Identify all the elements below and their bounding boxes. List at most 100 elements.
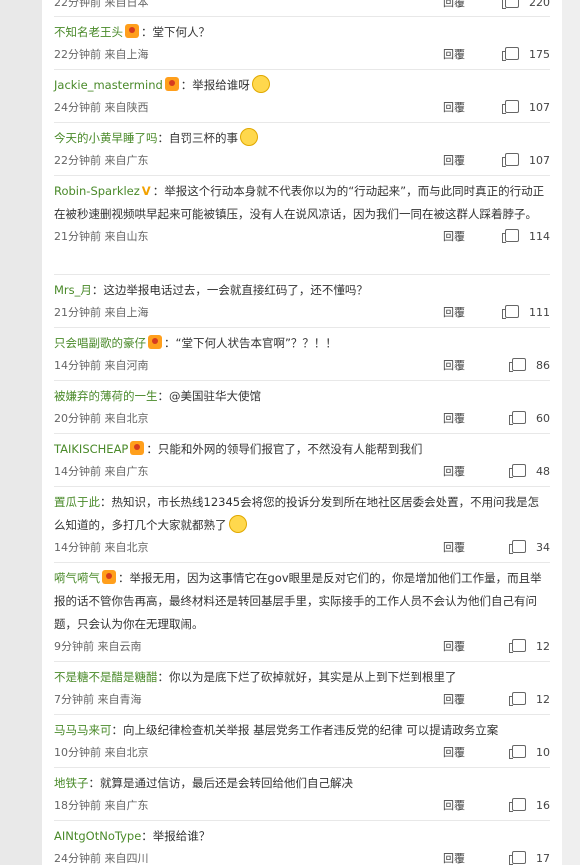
like-button[interactable]: 111 xyxy=(490,302,550,324)
comment-item: Mrs_月：这边举报电话过去，一会就直接红码了，还不懂吗？ 21分钟前 来自上海… xyxy=(54,279,550,324)
comment-time-location: 22分钟前 来自上海 xyxy=(54,48,149,61)
comment-item: TAIKISCHEAP ：只能和外网的领导们报官了，不然没有人能帮到我们 14分钟… xyxy=(54,438,550,483)
thumb-up-icon xyxy=(509,464,526,478)
reply-button[interactable]: 回覆 xyxy=(443,302,465,324)
comment-username[interactable]: 被嫌弃的薄荷的一生 xyxy=(54,389,158,403)
like-button[interactable]: 114 xyxy=(490,226,550,248)
like-button[interactable]: 60 xyxy=(490,408,550,430)
like-count: 107 xyxy=(529,154,550,167)
reply-button[interactable]: 回覆 xyxy=(443,226,465,248)
comment-time-location: 14分钟前 来自北京 xyxy=(54,541,149,554)
divider xyxy=(54,175,550,176)
divider xyxy=(54,122,550,123)
reply-button[interactable]: 回覆 xyxy=(443,408,465,430)
comment-meta: 21分钟前 来自山东 回覆 114 xyxy=(54,226,550,248)
comment-item: 不是糖不是醋是糖醋：你以为是底下烂了砍掉就好，其实是从上到下烂到根里了 7分钟前… xyxy=(54,666,550,711)
comments-panel: 22分钟前 来自日本 回覆 220 不知名老王头 ：堂下何人？ 22分钟前 来自上… xyxy=(42,0,562,865)
thumb-up-icon xyxy=(509,358,526,372)
comment-time-location: 14分钟前 来自河南 xyxy=(54,359,149,372)
reply-button[interactable]: 回覆 xyxy=(443,636,465,658)
like-button[interactable]: 10 xyxy=(490,742,550,764)
thumb-up-icon xyxy=(509,692,526,706)
comment-time-location: 14分钟前 来自广东 xyxy=(54,465,149,478)
divider xyxy=(54,820,550,821)
comment-username[interactable]: Mrs_月 xyxy=(54,283,92,297)
comment-username[interactable]: Jackie_mastermind xyxy=(54,78,163,92)
comment-username[interactable]: 置瓜于此 xyxy=(54,495,100,509)
comment-text: 就算是通过信访，最后还是会转回给他们自己解决 xyxy=(100,776,353,790)
comment-text: 这边举报电话过去，一会就直接红码了，还不懂吗？ xyxy=(103,283,368,297)
like-count: 114 xyxy=(529,230,550,243)
like-button[interactable]: 12 xyxy=(490,636,550,658)
comment-username[interactable]: 嗬气嗬气 xyxy=(54,571,100,585)
comment-username[interactable]: 不是糖不是醋是糖醋 xyxy=(54,670,158,684)
comment-item: 马马马来可：向上级纪律检查机关举报 基层党务工作者违反党的纪律 可以提请政务立案… xyxy=(54,719,550,764)
comment-username[interactable]: 马马马来可 xyxy=(54,723,112,737)
thumb-up-icon xyxy=(509,411,526,425)
reply-button[interactable]: 回覆 xyxy=(443,0,465,14)
divider xyxy=(54,380,550,381)
like-button[interactable]: 34 xyxy=(490,537,550,559)
comment-meta: 9分钟前 来自云南 回覆 12 xyxy=(54,636,550,658)
comment-username[interactable]: 地铁子 xyxy=(54,776,89,790)
comment-text: 只能和外网的领导们报官了，不然没有人能帮到我们 xyxy=(157,442,423,456)
like-button[interactable]: 107 xyxy=(490,97,550,119)
scrollbar-gutter[interactable] xyxy=(562,0,580,865)
reply-button[interactable]: 回覆 xyxy=(443,795,465,817)
comment-meta: 22分钟前 来自广东 回覆 107 xyxy=(54,150,550,172)
comment-text: @美国驻华大使馆 xyxy=(169,389,261,403)
member-badge-icon xyxy=(164,77,179,91)
comment-time-location: 20分钟前 来自北京 xyxy=(54,412,149,425)
comment-meta: 24分钟前 来自四川 回覆 17 xyxy=(54,848,550,865)
member-badge-icon xyxy=(125,24,139,38)
reply-button[interactable]: 回覆 xyxy=(443,355,465,377)
laugh-emoji-icon xyxy=(228,515,247,533)
comment-username[interactable]: TAIKISCHEAP xyxy=(54,442,128,456)
like-button[interactable]: 107 xyxy=(490,150,550,172)
comment-time-location: 22分钟前 来自日本 xyxy=(54,0,149,9)
like-count: 17 xyxy=(536,852,550,865)
reply-button[interactable]: 回覆 xyxy=(443,537,465,559)
comment-item: 地铁子：就算是通过信访，最后还是会转回给他们自己解决 18分钟前 来自广东 回覆… xyxy=(54,772,550,817)
smile-emoji-icon xyxy=(240,128,258,146)
comment-username[interactable]: 今天的小黄早睡了吗 xyxy=(54,131,158,145)
like-button[interactable]: 86 xyxy=(490,355,550,377)
comment-username[interactable]: Robin-Sparklez xyxy=(54,184,140,198)
comment-text: “堂下何人状告本官啊”？？！！ xyxy=(175,336,337,350)
partial-comment: 22分钟前 来自日本 回覆 220 xyxy=(54,0,550,14)
reply-button[interactable]: 回覆 xyxy=(443,150,465,172)
comment-item: Jackie_mastermind ：举报给谁呀 24分钟前 来自陕西 回覆 10… xyxy=(54,74,550,119)
like-button[interactable]: 16 xyxy=(490,795,550,817)
thumb-up-icon xyxy=(502,100,519,114)
comment-time-location: 10分钟前 来自北京 xyxy=(54,746,149,759)
reply-button[interactable]: 回覆 xyxy=(443,848,465,865)
comment-item: 只会唱副歌的豪仔 ：“堂下何人状告本官啊”？？！！ 14分钟前 来自河南 回覆 8… xyxy=(54,332,550,377)
reply-button[interactable]: 回覆 xyxy=(443,461,465,483)
like-button[interactable]: 220 xyxy=(490,0,550,14)
like-count: 34 xyxy=(536,541,550,554)
like-button[interactable]: 12 xyxy=(490,689,550,711)
comment-username[interactable]: AINtgOtNoType xyxy=(54,829,141,843)
like-button[interactable]: 175 xyxy=(490,44,550,66)
comment-item: 置瓜于此：热知识，市长热线12345会将您的投诉分发到所在地社区居委会处置，不用… xyxy=(54,491,550,559)
comment-username[interactable]: 不知名老王头 xyxy=(54,25,123,39)
reply-button[interactable]: 回覆 xyxy=(443,689,465,711)
like-button[interactable]: 17 xyxy=(490,848,550,865)
comment-username[interactable]: 只会唱副歌的豪仔 xyxy=(54,336,146,350)
comment-item: 不知名老王头 ：堂下何人？ 22分钟前 来自上海 回覆 175 xyxy=(54,21,550,66)
comment-text: 热知识，市长热线12345会将您的投诉分发到所在地社区居委会处置，不用问我是怎么… xyxy=(54,495,540,532)
reply-button[interactable]: 回覆 xyxy=(443,44,465,66)
reply-button[interactable]: 回覆 xyxy=(443,742,465,764)
comment-time-location: 9分钟前 来自云南 xyxy=(54,640,142,653)
comment-meta: 22分钟前 来自日本 回覆 220 xyxy=(54,0,550,14)
like-button[interactable]: 48 xyxy=(490,461,550,483)
divider xyxy=(54,274,550,275)
thumb-up-icon xyxy=(502,153,519,167)
divider xyxy=(54,714,550,715)
comment-text: 向上级纪律检查机关举报 基层党务工作者违反党的纪律 可以提请政务立案 xyxy=(123,723,499,737)
comment-text: 你以为是底下烂了砍掉就好，其实是从上到下烂到根里了 xyxy=(169,670,457,684)
divider xyxy=(54,16,550,17)
reply-button[interactable]: 回覆 xyxy=(443,97,465,119)
like-count: 12 xyxy=(536,693,550,706)
comment-text: 自罚三杯的事 xyxy=(169,131,238,145)
